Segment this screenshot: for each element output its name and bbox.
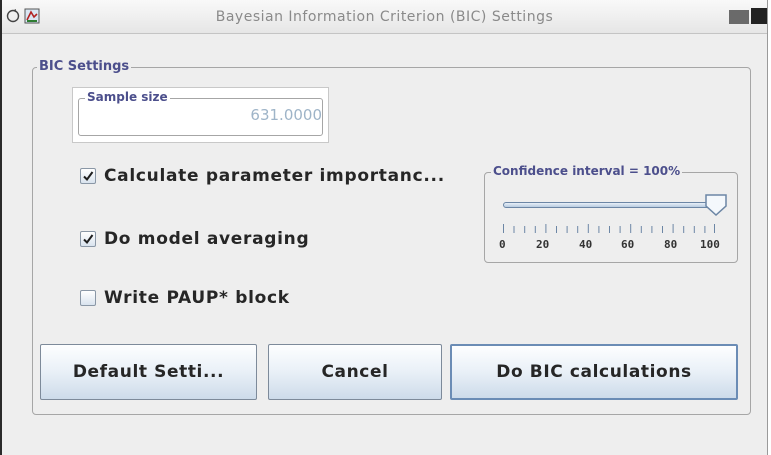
sample-size-field[interactable]: Sample size 631.0000 [72,87,329,143]
title-bar[interactable]: Bayesian Information Criterion (BIC) Set… [2,0,767,34]
minimize-button[interactable] [729,10,749,24]
checkbox-box[interactable] [80,168,96,184]
checkbox-label: Calculate parameter importanc... [104,166,445,186]
tick-label: 40 [579,238,593,251]
confidence-slider-track[interactable] [503,202,715,208]
window-title: Bayesian Information Criterion (BIC) Set… [215,9,554,25]
window-controls [729,8,767,24]
do-bic-calculations-button[interactable]: Do BIC calculations [450,344,738,400]
bic-settings-dialog: Bayesian Information Criterion (BIC) Set… [0,0,768,455]
bic-settings-legend: BIC Settings [37,59,132,74]
tick-label: 100 [700,238,720,251]
sample-size-value[interactable]: 631.0000 [250,106,322,124]
checkbox-label: Do model averaging [104,229,310,249]
check-icon [83,171,94,182]
sample-size-legend: Sample size [85,90,170,104]
close-button[interactable] [751,8,767,24]
slider-ticks [503,224,715,233]
slider-thumb-icon[interactable] [704,193,728,217]
tick-label: 80 [664,238,678,251]
checkbox-box[interactable] [80,231,96,247]
tick-label: 20 [536,238,550,251]
checkbox-box[interactable] [80,290,96,306]
default-settings-button[interactable]: Default Setti... [40,344,257,400]
confidence-interval-group: Confidence interval = 100% 0 20 40 60 80… [484,164,738,263]
tick-label: 60 [621,238,635,251]
check-icon [83,234,94,245]
cancel-button[interactable]: Cancel [268,344,442,400]
checkbox-label: Write PAUP* block [104,288,290,308]
confidence-interval-legend: Confidence interval = 100% [491,164,683,178]
tick-label: 0 [499,238,506,251]
